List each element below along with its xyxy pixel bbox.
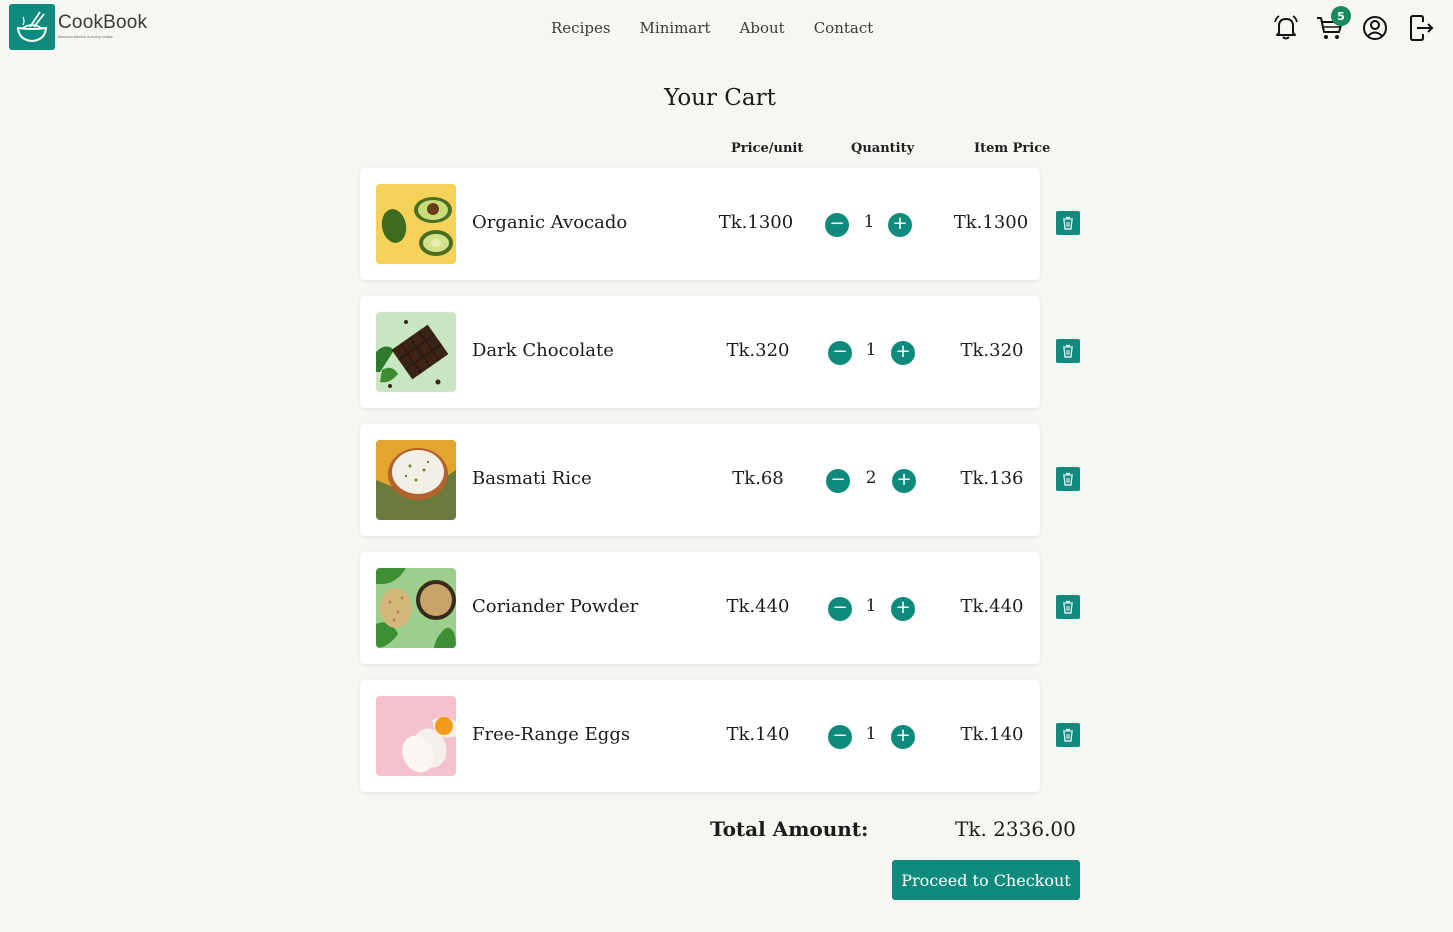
item-total-price: Tk.140: [960, 724, 1024, 745]
column-header-quantity: Quantity: [851, 141, 915, 156]
nav-about[interactable]: About: [740, 19, 785, 37]
delete-item-button[interactable]: [1056, 595, 1080, 619]
nav-contact[interactable]: Contact: [814, 19, 874, 37]
increase-quantity-button[interactable]: +: [891, 597, 915, 621]
delete-item-button[interactable]: [1056, 467, 1080, 491]
nav-recipes[interactable]: Recipes: [551, 19, 611, 37]
trash-icon: [1063, 472, 1073, 486]
decrease-quantity-button[interactable]: −: [828, 341, 852, 365]
user-circle-icon[interactable]: [1360, 13, 1390, 43]
item-total-price: Tk.320: [960, 340, 1024, 361]
item-total-price: Tk.1300: [953, 212, 1029, 233]
item-total-price: Tk.440: [960, 596, 1024, 617]
unit-price: Tk.140: [726, 724, 790, 745]
product-image-chocolate: [376, 312, 456, 392]
product-image-eggs: [376, 696, 456, 776]
cart-item: Organic Avocado Tk.1300 − 1 + Tk.1300: [360, 168, 1040, 280]
page-title: Your Cart: [664, 85, 776, 111]
trash-icon: [1063, 600, 1073, 614]
bell-icon[interactable]: [1271, 13, 1301, 43]
quantity-value: 2: [865, 468, 877, 488]
item-total-price: Tk.136: [960, 468, 1024, 489]
product-image-rice: [376, 440, 456, 520]
nav-minimart[interactable]: Minimart: [640, 19, 711, 37]
cart-item: Basmati Rice Tk.68 − 2 + Tk.136: [360, 424, 1040, 536]
quantity-value: 1: [865, 340, 877, 360]
increase-quantity-button[interactable]: +: [891, 341, 915, 365]
column-header-price-unit: Price/unit: [731, 141, 804, 156]
trash-icon: [1063, 344, 1073, 358]
total-amount-label: Total Amount:: [710, 817, 869, 841]
product-name: Organic Avocado: [472, 212, 628, 233]
total-amount-value: Tk. 2336.00: [955, 817, 1076, 841]
increase-quantity-button[interactable]: +: [888, 213, 912, 237]
decrease-quantity-button[interactable]: −: [825, 213, 849, 237]
cart-item: Dark Chocolate Tk.320 − 1 + Tk.320: [360, 296, 1040, 408]
decrease-quantity-button[interactable]: −: [828, 597, 852, 621]
product-image-coriander: [376, 568, 456, 648]
product-name: Dark Chocolate: [472, 340, 614, 361]
product-image-avocado: [376, 184, 456, 264]
decrease-quantity-button[interactable]: −: [828, 725, 852, 749]
brand-tagline: discover flavors in every recipe: [58, 34, 113, 39]
cart-item: Free-Range Eggs Tk.140 − 1 + Tk.140: [360, 680, 1040, 792]
quantity-value: 1: [865, 724, 877, 744]
proceed-to-checkout-button[interactable]: Proceed to Checkout: [892, 860, 1080, 900]
unit-price: Tk.68: [732, 468, 784, 489]
cart-item: Coriander Powder Tk.440 − 1 + Tk.440: [360, 552, 1040, 664]
trash-icon: [1063, 728, 1073, 742]
unit-price: Tk.320: [726, 340, 790, 361]
increase-quantity-button[interactable]: +: [891, 725, 915, 749]
unit-price: Tk.440: [726, 596, 790, 617]
cart-count-badge: 5: [1331, 6, 1351, 26]
logo[interactable]: [9, 4, 55, 50]
main-nav: Recipes Minimart About Contact: [551, 19, 873, 37]
product-name: Free-Range Eggs: [472, 724, 631, 745]
brand-name[interactable]: CookBook: [58, 12, 147, 34]
bowl-icon: [16, 11, 48, 43]
unit-price: Tk.1300: [718, 212, 794, 233]
product-name: Coriander Powder: [472, 596, 639, 617]
column-header-item-price: Item Price: [974, 141, 1051, 156]
increase-quantity-button[interactable]: +: [892, 469, 916, 493]
decrease-quantity-button[interactable]: −: [826, 469, 850, 493]
trash-icon: [1063, 216, 1073, 230]
product-name: Basmati Rice: [472, 468, 592, 489]
logout-icon[interactable]: [1406, 13, 1436, 43]
delete-item-button[interactable]: [1056, 723, 1080, 747]
delete-item-button[interactable]: [1056, 211, 1080, 235]
quantity-value: 1: [863, 212, 875, 232]
quantity-value: 1: [865, 596, 877, 616]
header: CookBook discover flavors in every recip…: [0, 0, 1453, 56]
delete-item-button[interactable]: [1056, 339, 1080, 363]
